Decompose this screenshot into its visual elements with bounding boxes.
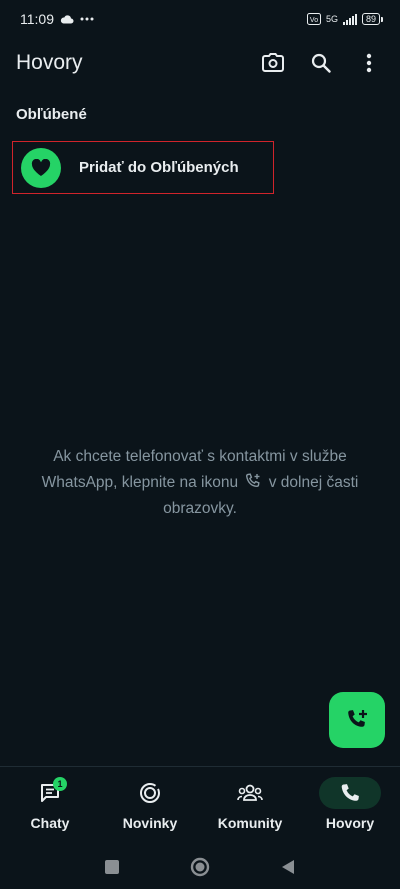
search-button[interactable]	[306, 48, 336, 78]
back-button[interactable]	[280, 858, 296, 876]
camera-icon	[262, 53, 284, 72]
search-icon	[311, 53, 331, 73]
add-call-icon	[246, 473, 260, 488]
updates-icon	[140, 783, 160, 803]
heart-icon	[31, 158, 51, 176]
camera-button[interactable]	[258, 48, 288, 78]
new-call-fab[interactable]	[329, 692, 385, 748]
nav-label-communities: Komunity	[217, 815, 283, 831]
cloud-icon	[60, 15, 74, 24]
app-bar: Hovory	[0, 38, 400, 88]
communities-icon	[237, 784, 263, 801]
overflow-menu-button[interactable]	[354, 48, 384, 78]
status-bar: 11:09 Vo 5G 89	[0, 0, 400, 38]
svg-text:Vo: Vo	[310, 17, 318, 24]
battery-icon: 89	[361, 13, 384, 25]
empty-state-text: Ak chcete telefonovať s kontaktmi v služ…	[20, 444, 380, 522]
system-nav-bar	[0, 844, 400, 889]
add-call-icon	[348, 710, 367, 727]
favorites-section-title: Obľúbené	[16, 106, 87, 123]
home-button[interactable]	[190, 857, 210, 877]
unread-badge: 1	[53, 777, 67, 791]
nav-label-calls: Hovory	[325, 815, 375, 831]
recents-button[interactable]	[104, 859, 120, 875]
phone-icon	[341, 784, 359, 801]
more-dots-icon	[80, 17, 94, 21]
nav-label-chats: Chaty	[30, 815, 70, 831]
signal-icon	[342, 13, 357, 25]
nav-label-updates: Novinky	[122, 815, 178, 831]
add-to-favorites-label: Pridať do Obľúbených	[79, 159, 239, 176]
nav-item-communities[interactable]: Komunity	[200, 767, 300, 844]
nav-item-updates[interactable]: Novinky	[100, 767, 200, 844]
status-time: 11:09	[20, 11, 54, 27]
overflow-menu-icon	[366, 53, 372, 73]
nav-item-chats[interactable]: 1 Chaty	[0, 767, 100, 844]
volte-icon: Vo	[306, 13, 321, 25]
add-to-favorites-button[interactable]: Pridať do Obľúbených	[12, 141, 274, 194]
network-type: 5G	[325, 14, 338, 24]
battery-level: 89	[365, 14, 376, 24]
bottom-nav: 1 Chaty Novinky Komunity Hovory	[0, 766, 400, 844]
favorites-avatar	[21, 147, 61, 188]
nav-item-calls[interactable]: Hovory	[300, 767, 400, 844]
page-title: Hovory	[16, 51, 83, 74]
